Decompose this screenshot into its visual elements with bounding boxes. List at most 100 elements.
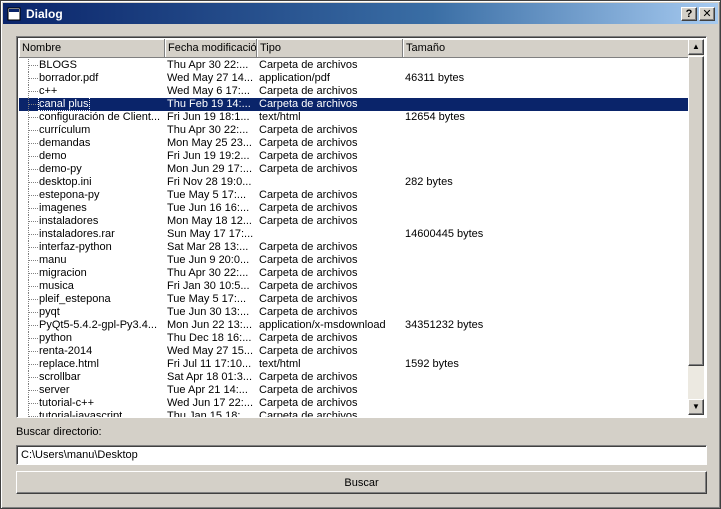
row-size (403, 163, 603, 176)
row-type: text/html (259, 111, 301, 123)
tree-branch-line (28, 371, 38, 384)
row-date: Fri Jan 30 10:5... (167, 280, 250, 292)
tree-branch-line (28, 85, 38, 98)
row-size (403, 397, 603, 410)
table-row[interactable]: desktop.ini Fri Nov 28 19:0... 282 bytes (19, 176, 689, 189)
row-date: Thu Apr 30 22:... (167, 59, 249, 71)
row-size: 46311 bytes (405, 72, 465, 84)
row-name: demandas (39, 137, 91, 149)
tree-branch-line (28, 202, 38, 215)
tree-branch-line (28, 215, 38, 228)
search-button[interactable]: Buscar (16, 471, 707, 494)
directory-input[interactable] (16, 445, 707, 465)
tree-branch-line (28, 98, 38, 111)
row-date: Mon May 25 23... (167, 137, 252, 149)
tree-branch-line (28, 358, 38, 371)
row-date: Mon Jun 29 17:... (167, 163, 252, 175)
table-row[interactable]: renta-2014 Wed May 27 15... Carpeta de arc… (19, 345, 689, 358)
table-row[interactable]: instaladores.rar Sun May 17 17:... 1460044… (19, 228, 689, 241)
row-type: Carpeta de archivos (259, 98, 358, 110)
row-date: Sat Apr 18 01:3... (167, 371, 253, 383)
row-date: Mon May 18 12... (167, 215, 252, 227)
row-name: PyQt5-5.4.2-gpl-Py3.4... (39, 319, 157, 331)
row-type: text/html (259, 358, 301, 370)
row-name: server (39, 384, 70, 396)
table-row[interactable]: replace.html Fri Jul 11 17:10... text/html… (19, 358, 689, 371)
vertical-scrollbar[interactable]: ▲ ▼ (688, 39, 704, 415)
table-row[interactable]: python Thu Dec 18 16:... Carpeta de archiv… (19, 332, 689, 345)
scrollbar-thumb[interactable] (688, 56, 704, 366)
row-name: borrador.pdf (39, 72, 99, 84)
row-name: renta-2014 (39, 345, 93, 357)
tree-branch-line (28, 254, 38, 267)
row-date: Tue Jun 9 20:0... (167, 254, 250, 266)
table-row[interactable]: demo-py Mon Jun 29 17:... Carpeta de archi… (19, 163, 689, 176)
row-type: Carpeta de archivos (259, 202, 358, 214)
table-row[interactable]: configuración de Client... Fri Jun 19 18:… (19, 111, 689, 124)
row-name: instaladores (39, 215, 99, 227)
table-row[interactable]: demandas Mon May 25 23... Carpeta de archi… (19, 137, 689, 150)
row-name-cell: BLOGS (19, 59, 165, 72)
row-name: tutorial-javascript (39, 410, 123, 418)
row-date: Fri Jun 19 19:2... (167, 150, 250, 162)
tree-branch-line (28, 176, 38, 189)
table-row[interactable]: musica Fri Jan 30 10:5... Carpeta de archi… (19, 280, 689, 293)
up-arrow-icon[interactable]: ▲ (688, 39, 704, 55)
row-name: replace.html (39, 358, 99, 370)
tree-branch-line (28, 267, 38, 280)
table-row[interactable]: tutorial-javascript Thu Jan 15 18:... Carp… (19, 410, 689, 418)
row-name: BLOGS (39, 59, 77, 71)
row-date: Fri Nov 28 19:0... (167, 176, 252, 188)
column-header-name[interactable]: Nombre (19, 39, 165, 58)
row-name: interfaz-python (39, 241, 112, 253)
row-date: Thu Dec 18 16:... (167, 332, 252, 344)
table-row[interactable]: tutorial-c++ Wed Jun 17 22:... Carpeta de … (19, 397, 689, 410)
row-size: 1592 bytes (405, 358, 459, 370)
column-header-date[interactable]: Fecha modificació (165, 39, 257, 58)
table-row[interactable]: migracion Thu Apr 30 22:... Carpeta de arc… (19, 267, 689, 280)
table-row[interactable]: manu Tue Jun 9 20:0... Carpeta de archivos (19, 254, 689, 267)
row-size (403, 254, 603, 267)
table-row[interactable]: BLOGS Thu Apr 30 22:... Carpeta de archivo… (19, 59, 689, 72)
row-name: pyqt (39, 306, 60, 318)
tree-branch-line (28, 241, 38, 254)
column-header-size[interactable]: Tamaño (403, 39, 689, 58)
row-date: Wed May 27 14... (167, 72, 254, 84)
down-arrow-icon[interactable]: ▼ (688, 399, 704, 415)
table-row[interactable]: estepona-py Tue May 5 17:... Carpeta de ar… (19, 189, 689, 202)
table-row[interactable]: currículum Thu Apr 30 22:... Carpeta de ar… (19, 124, 689, 137)
row-date: Mon Jun 22 13:... (167, 319, 252, 331)
row-date: Tue Jun 30 13:... (167, 306, 250, 318)
table-row[interactable]: instaladores Mon May 18 12... Carpeta de a… (19, 215, 689, 228)
column-header-type[interactable]: Tipo (257, 39, 403, 58)
table-row[interactable]: server Tue Apr 21 14:... Carpeta de archiv… (19, 384, 689, 397)
title-bar[interactable]: Dialog ? ✕ (3, 3, 718, 24)
table-row[interactable]: pyqt Tue Jun 30 13:... Carpeta de archivos (19, 306, 689, 319)
row-name: pleif_estepona (39, 293, 111, 305)
directory-tree-view[interactable]: Nombre Fecha modificació Tipo Tamaño BLO… (16, 36, 707, 418)
row-name-cell: demo (19, 150, 165, 163)
row-name-cell: renta-2014 (19, 345, 165, 358)
table-row[interactable]: demo Fri Jun 19 19:2... Carpeta de archivo… (19, 150, 689, 163)
row-size (403, 189, 603, 202)
help-button[interactable]: ? (681, 6, 697, 21)
close-button[interactable]: ✕ (699, 6, 715, 21)
row-name-cell: migracion (19, 267, 165, 280)
table-row[interactable]: PyQt5-5.4.2-gpl-Py3.4... Mon Jun 22 13:..… (19, 319, 689, 332)
row-name-cell: configuración de Client... (19, 111, 165, 124)
table-row[interactable]: borrador.pdf Wed May 27 14... application/… (19, 72, 689, 85)
row-type: Carpeta de archivos (259, 397, 358, 409)
table-row[interactable]: interfaz-python Sat Mar 28 13:... Carpeta … (19, 241, 689, 254)
row-size (403, 384, 603, 397)
table-row[interactable]: scrollbar Sat Apr 18 01:3... Carpeta de ar… (19, 371, 689, 384)
tree-branch-line (28, 111, 38, 124)
row-date: Tue May 5 17:... (167, 293, 247, 305)
tree-branch-line (28, 228, 38, 241)
table-row[interactable]: canal plus Thu Feb 19 14:... Carpeta de ar… (19, 98, 689, 111)
table-row[interactable]: imagenes Tue Jun 16 16:... Carpeta de arch… (19, 202, 689, 215)
row-type (257, 228, 403, 241)
row-size: 282 bytes (405, 176, 453, 188)
table-row[interactable]: c++ Wed May 6 17:... Carpeta de archivos (19, 85, 689, 98)
row-type: Carpeta de archivos (259, 345, 358, 357)
table-row[interactable]: pleif_estepona Tue May 5 17:... Carpeta de… (19, 293, 689, 306)
